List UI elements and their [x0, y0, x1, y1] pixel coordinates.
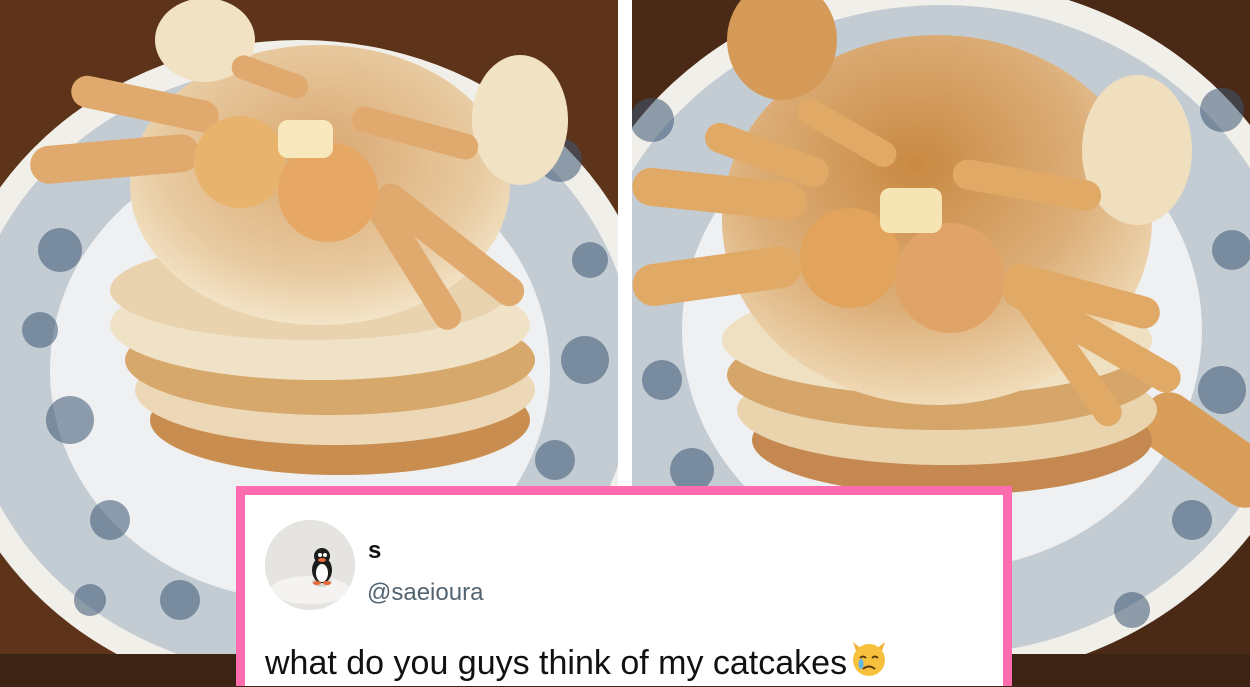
display-name[interactable]: s: [368, 537, 381, 565]
tweet-text-content: what do you guys think of my catcakes: [265, 644, 848, 682]
tweet-text: what do you guys think of my catcakes: [265, 638, 889, 687]
crying-cat-face-icon: [849, 638, 889, 687]
avatar[interactable]: [265, 520, 355, 610]
user-handle[interactable]: @saeioura: [367, 579, 483, 607]
photo-divider: [618, 0, 632, 490]
tweet-card: s @saeioura what do you guys think of my…: [236, 486, 1012, 686]
penguin-avatar-icon: [265, 520, 355, 610]
